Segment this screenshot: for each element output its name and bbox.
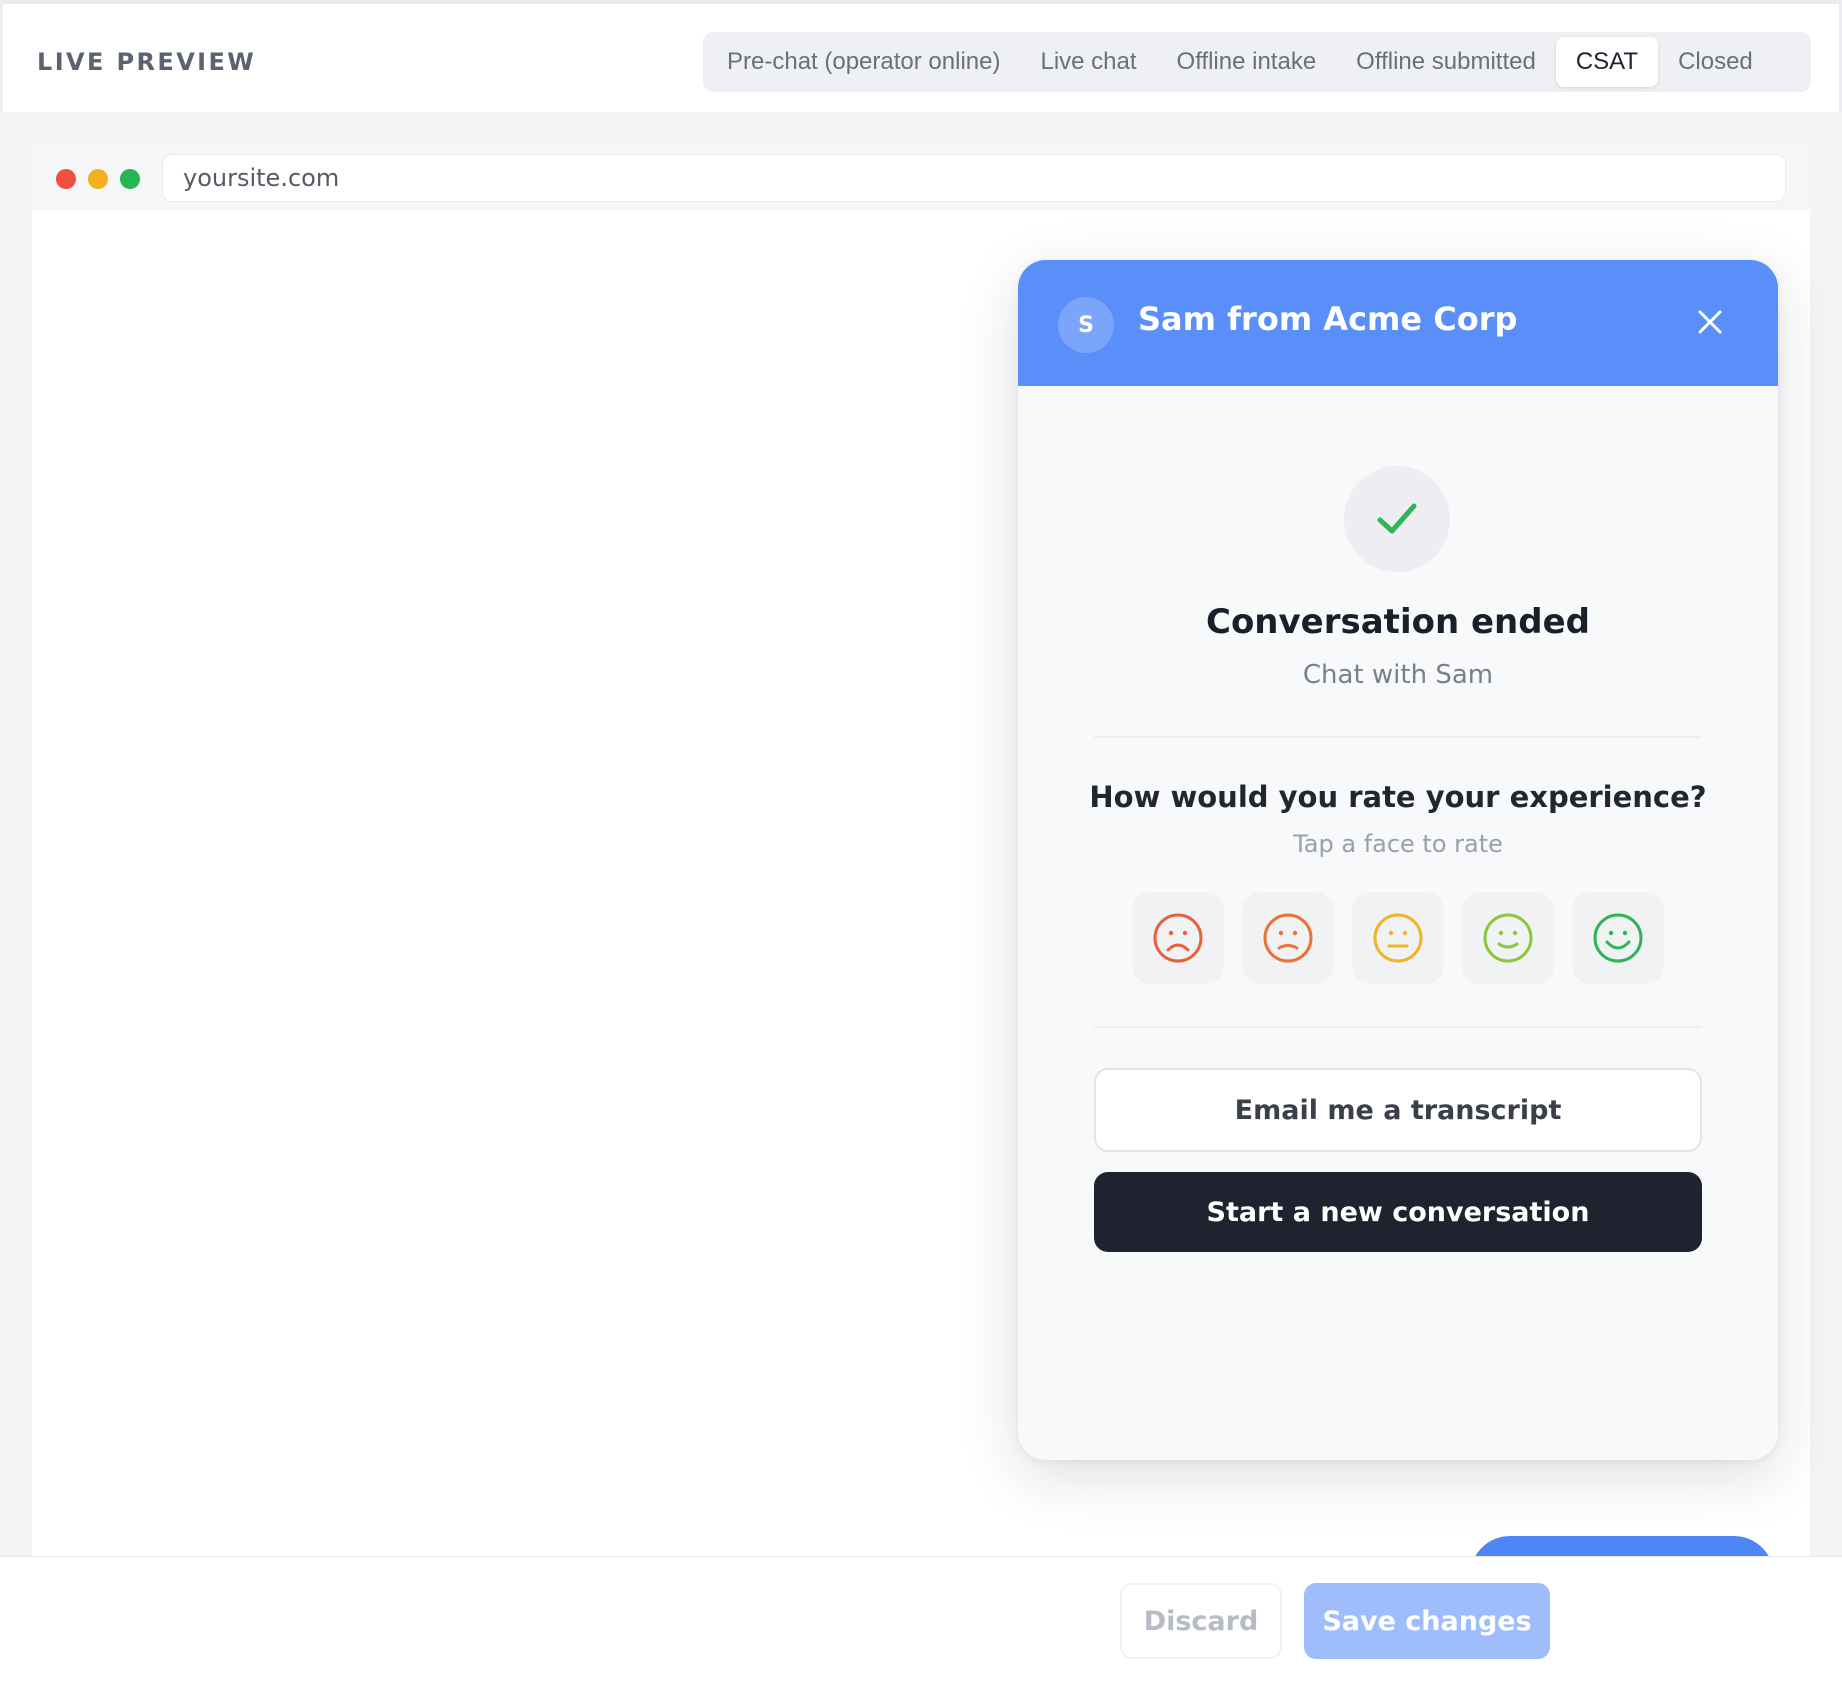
state-tabs: Pre-chat (operator online) Live chat Off… <box>703 32 1811 92</box>
rating-hint: Tap a face to rate <box>1293 830 1503 858</box>
tab-live-chat[interactable]: Live chat <box>1020 37 1156 87</box>
success-badge <box>1344 466 1450 572</box>
preview-header: LIVE PREVIEW Pre-chat (operator online) … <box>0 0 1842 112</box>
happy-face-icon <box>1483 913 1533 963</box>
very-happy-face-icon <box>1593 913 1643 963</box>
neutral-face-icon <box>1373 913 1423 963</box>
check-icon <box>1377 503 1417 534</box>
action-footer: Discard Save changes <box>0 1556 1842 1684</box>
maximize-dot-icon <box>120 169 140 189</box>
rating-1-button[interactable] <box>1132 892 1224 984</box>
tab-closed[interactable]: Closed <box>1658 37 1773 87</box>
tab-offline-intake[interactable]: Offline intake <box>1157 37 1337 87</box>
email-transcript-button[interactable]: Email me a transcript <box>1094 1068 1702 1152</box>
browser-chrome: yoursite.com <box>32 142 1810 210</box>
close-icon <box>1698 310 1722 334</box>
rating-2-button[interactable] <box>1242 892 1334 984</box>
tab-pre-chat[interactable]: Pre-chat (operator online) <box>707 37 1020 87</box>
agent-name: Sam from Acme Corp <box>1138 300 1518 338</box>
rating-3-button[interactable] <box>1352 892 1444 984</box>
new-conversation-button[interactable]: Start a new conversation <box>1094 1172 1702 1252</box>
avatar: S <box>1058 297 1114 353</box>
close-button[interactable] <box>1688 300 1732 344</box>
tab-csat[interactable]: CSAT <box>1555 37 1659 87</box>
chat-widget: S Sam from Acme Corp Conversation ended … <box>1018 260 1778 1460</box>
divider <box>1094 736 1702 738</box>
widget-header: S Sam from Acme Corp <box>1018 260 1778 386</box>
page-title: LIVE PREVIEW <box>37 48 257 76</box>
divider <box>1094 1026 1702 1028</box>
rating-4-button[interactable] <box>1462 892 1554 984</box>
close-dot-icon <box>56 169 76 189</box>
minimize-dot-icon <box>88 169 108 189</box>
rating-faces <box>1132 892 1664 984</box>
rating-question: How would you rate your experience? <box>1089 780 1707 814</box>
sad-face-icon <box>1263 913 1313 963</box>
url-bar: yoursite.com <box>162 154 1786 202</box>
very-sad-face-icon <box>1153 913 1203 963</box>
discard-button[interactable]: Discard <box>1120 1583 1282 1659</box>
rating-5-button[interactable] <box>1572 892 1664 984</box>
conversation-ended-title: Conversation ended <box>1206 602 1590 642</box>
save-button[interactable]: Save changes <box>1304 1583 1550 1659</box>
conversation-subtitle: Chat with Sam <box>1302 660 1494 690</box>
tab-offline-submitted[interactable]: Offline submitted <box>1336 37 1556 87</box>
